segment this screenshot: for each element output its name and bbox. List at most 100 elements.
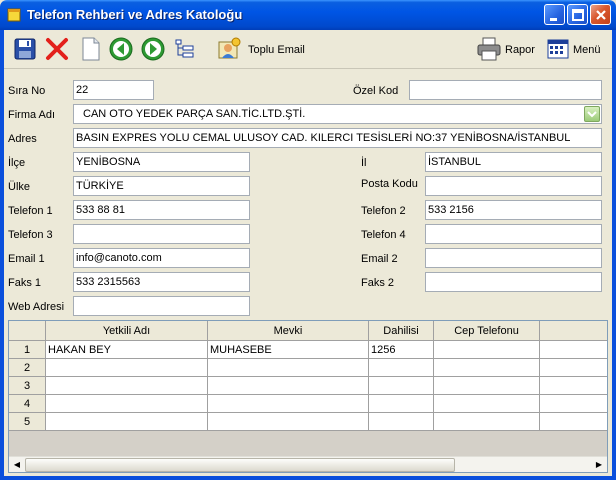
list-view-button[interactable]: [172, 36, 198, 62]
column-header-cep[interactable]: Cep Telefonu: [434, 321, 540, 341]
email2-input[interactable]: [425, 248, 602, 268]
grid-cell[interactable]: [369, 395, 434, 413]
scroll-thumb[interactable]: [25, 458, 455, 472]
scroll-left-icon[interactable]: ◀: [9, 457, 25, 473]
il-input[interactable]: İSTANBUL: [425, 152, 602, 172]
grid-cell[interactable]: [208, 359, 369, 377]
delete-icon: [46, 38, 68, 60]
report-label[interactable]: Rapor: [505, 44, 535, 56]
grid-cell[interactable]: [540, 413, 607, 431]
telefon2-label: Telefon 2: [361, 205, 406, 217]
grid-corner-header: [9, 321, 46, 341]
faks1-label: Faks 1: [8, 277, 42, 289]
grid-cell[interactable]: [46, 359, 208, 377]
next-record-button[interactable]: [140, 36, 166, 62]
grid-cell[interactable]: [540, 341, 607, 359]
column-header-dahili[interactable]: Dahilisi: [369, 321, 434, 341]
horizontal-scrollbar[interactable]: ◀ ▶: [9, 456, 607, 472]
grid-cell[interactable]: [540, 377, 607, 395]
web-label: Web Adresi: [8, 301, 65, 313]
scroll-right-icon[interactable]: ▶: [591, 457, 607, 473]
row-header[interactable]: 3: [9, 377, 46, 395]
printer-icon: [477, 37, 501, 61]
minimize-button[interactable]: [544, 4, 565, 25]
grid-cell[interactable]: [208, 395, 369, 413]
grid-cell[interactable]: [434, 413, 540, 431]
grid-cell[interactable]: [46, 395, 208, 413]
column-header-yetkili[interactable]: Yetkili Adı: [46, 321, 208, 341]
save-button[interactable]: [12, 36, 38, 62]
grid-cell[interactable]: [208, 413, 369, 431]
faks1-input[interactable]: 533 2315563: [73, 272, 250, 292]
adres-input[interactable]: BASIN EXPRES YOLU CEMAL ULUSOY CAD. KILE…: [73, 128, 602, 148]
maximize-icon: [572, 9, 584, 21]
telefon3-label: Telefon 3: [8, 229, 53, 241]
grid-cell[interactable]: MUHASEBE: [208, 341, 369, 359]
contacts-grid[interactable]: Yetkili Adı Mevki Dahilisi Cep Telefonu …: [8, 320, 608, 473]
menu-button[interactable]: [545, 36, 571, 62]
row-header[interactable]: 4: [9, 395, 46, 413]
previous-record-button[interactable]: [108, 36, 134, 62]
adres-label: Adres: [8, 133, 37, 145]
bulk-email-button[interactable]: [216, 36, 242, 62]
grid-cell[interactable]: HAKAN BEY: [46, 341, 208, 359]
new-document-icon: [82, 37, 100, 61]
close-icon: [596, 10, 606, 20]
menu-label[interactable]: Menü: [573, 44, 601, 56]
ozel-kod-input[interactable]: [409, 80, 602, 100]
grid-cell[interactable]: [540, 359, 607, 377]
faks2-label: Faks 2: [361, 277, 395, 289]
grid-cell[interactable]: [369, 377, 434, 395]
calendar-grid-icon: [547, 39, 569, 59]
save-icon: [14, 38, 36, 60]
delete-button[interactable]: [44, 36, 70, 62]
telefon1-label: Telefon 1: [8, 205, 53, 217]
firma-adi-combo[interactable]: CAN OTO YEDEK PARÇA SAN.TİC.LTD.ŞTİ.: [73, 104, 602, 124]
new-record-button[interactable]: [78, 36, 104, 62]
toolbar-separator: [4, 68, 612, 69]
ulke-input[interactable]: TÜRKİYE: [73, 176, 250, 196]
grid-cell[interactable]: [369, 359, 434, 377]
row-header[interactable]: 5: [9, 413, 46, 431]
faks2-input[interactable]: [425, 272, 602, 292]
grid-cell[interactable]: [434, 377, 540, 395]
window-title: Telefon Rehberi ve Adres Katoloğu: [27, 7, 243, 22]
grid-cell[interactable]: [369, 413, 434, 431]
maximize-button[interactable]: [567, 4, 588, 25]
ozel-kod-label: Özel Kod: [353, 85, 399, 97]
telefon2-input[interactable]: 533 2156: [425, 200, 602, 220]
grid-cell[interactable]: [208, 377, 369, 395]
ilce-input[interactable]: YENİBOSNA: [73, 152, 250, 172]
telefon1-input[interactable]: 533 88 81: [73, 200, 250, 220]
column-header-mevki[interactable]: Mevki: [208, 321, 369, 341]
grid-cell[interactable]: [434, 341, 540, 359]
grid-cell[interactable]: [46, 377, 208, 395]
grid-body: Yetkili Adı Mevki Dahilisi Cep Telefonu …: [9, 321, 607, 455]
grid-cell[interactable]: [46, 413, 208, 431]
web-input[interactable]: [73, 296, 250, 316]
report-button[interactable]: [476, 36, 502, 62]
grid-cell[interactable]: [434, 395, 540, 413]
telefon4-input[interactable]: [425, 224, 602, 244]
ilce-label: İlçe: [8, 157, 26, 169]
sira-no-label: Sıra No: [8, 85, 46, 97]
arrow-left-icon: [109, 37, 133, 61]
grid-cell[interactable]: 1256: [369, 341, 434, 359]
grid-cell[interactable]: [434, 359, 540, 377]
row-header[interactable]: 1: [9, 341, 46, 359]
close-button[interactable]: [590, 4, 611, 25]
posta-kodu-input[interactable]: [425, 176, 602, 196]
email1-input[interactable]: info@canoto.com: [73, 248, 250, 268]
grid-cell[interactable]: [540, 395, 607, 413]
bulk-email-label[interactable]: Toplu Email: [248, 44, 305, 56]
title-bar[interactable]: Telefon Rehberi ve Adres Katoloğu: [0, 0, 616, 30]
firma-adi-dropdown-button[interactable]: [584, 106, 600, 122]
row-header[interactable]: 2: [9, 359, 46, 377]
contacts-email-icon: [218, 37, 241, 59]
telefon3-input[interactable]: [73, 224, 250, 244]
window-frame-left: [0, 30, 4, 480]
sira-no-input[interactable]: 22: [73, 80, 154, 100]
firma-adi-value: CAN OTO YEDEK PARÇA SAN.TİC.LTD.ŞTİ.: [83, 108, 306, 120]
chevron-down-icon: [587, 111, 597, 118]
ulke-label: Ülke: [8, 181, 31, 193]
